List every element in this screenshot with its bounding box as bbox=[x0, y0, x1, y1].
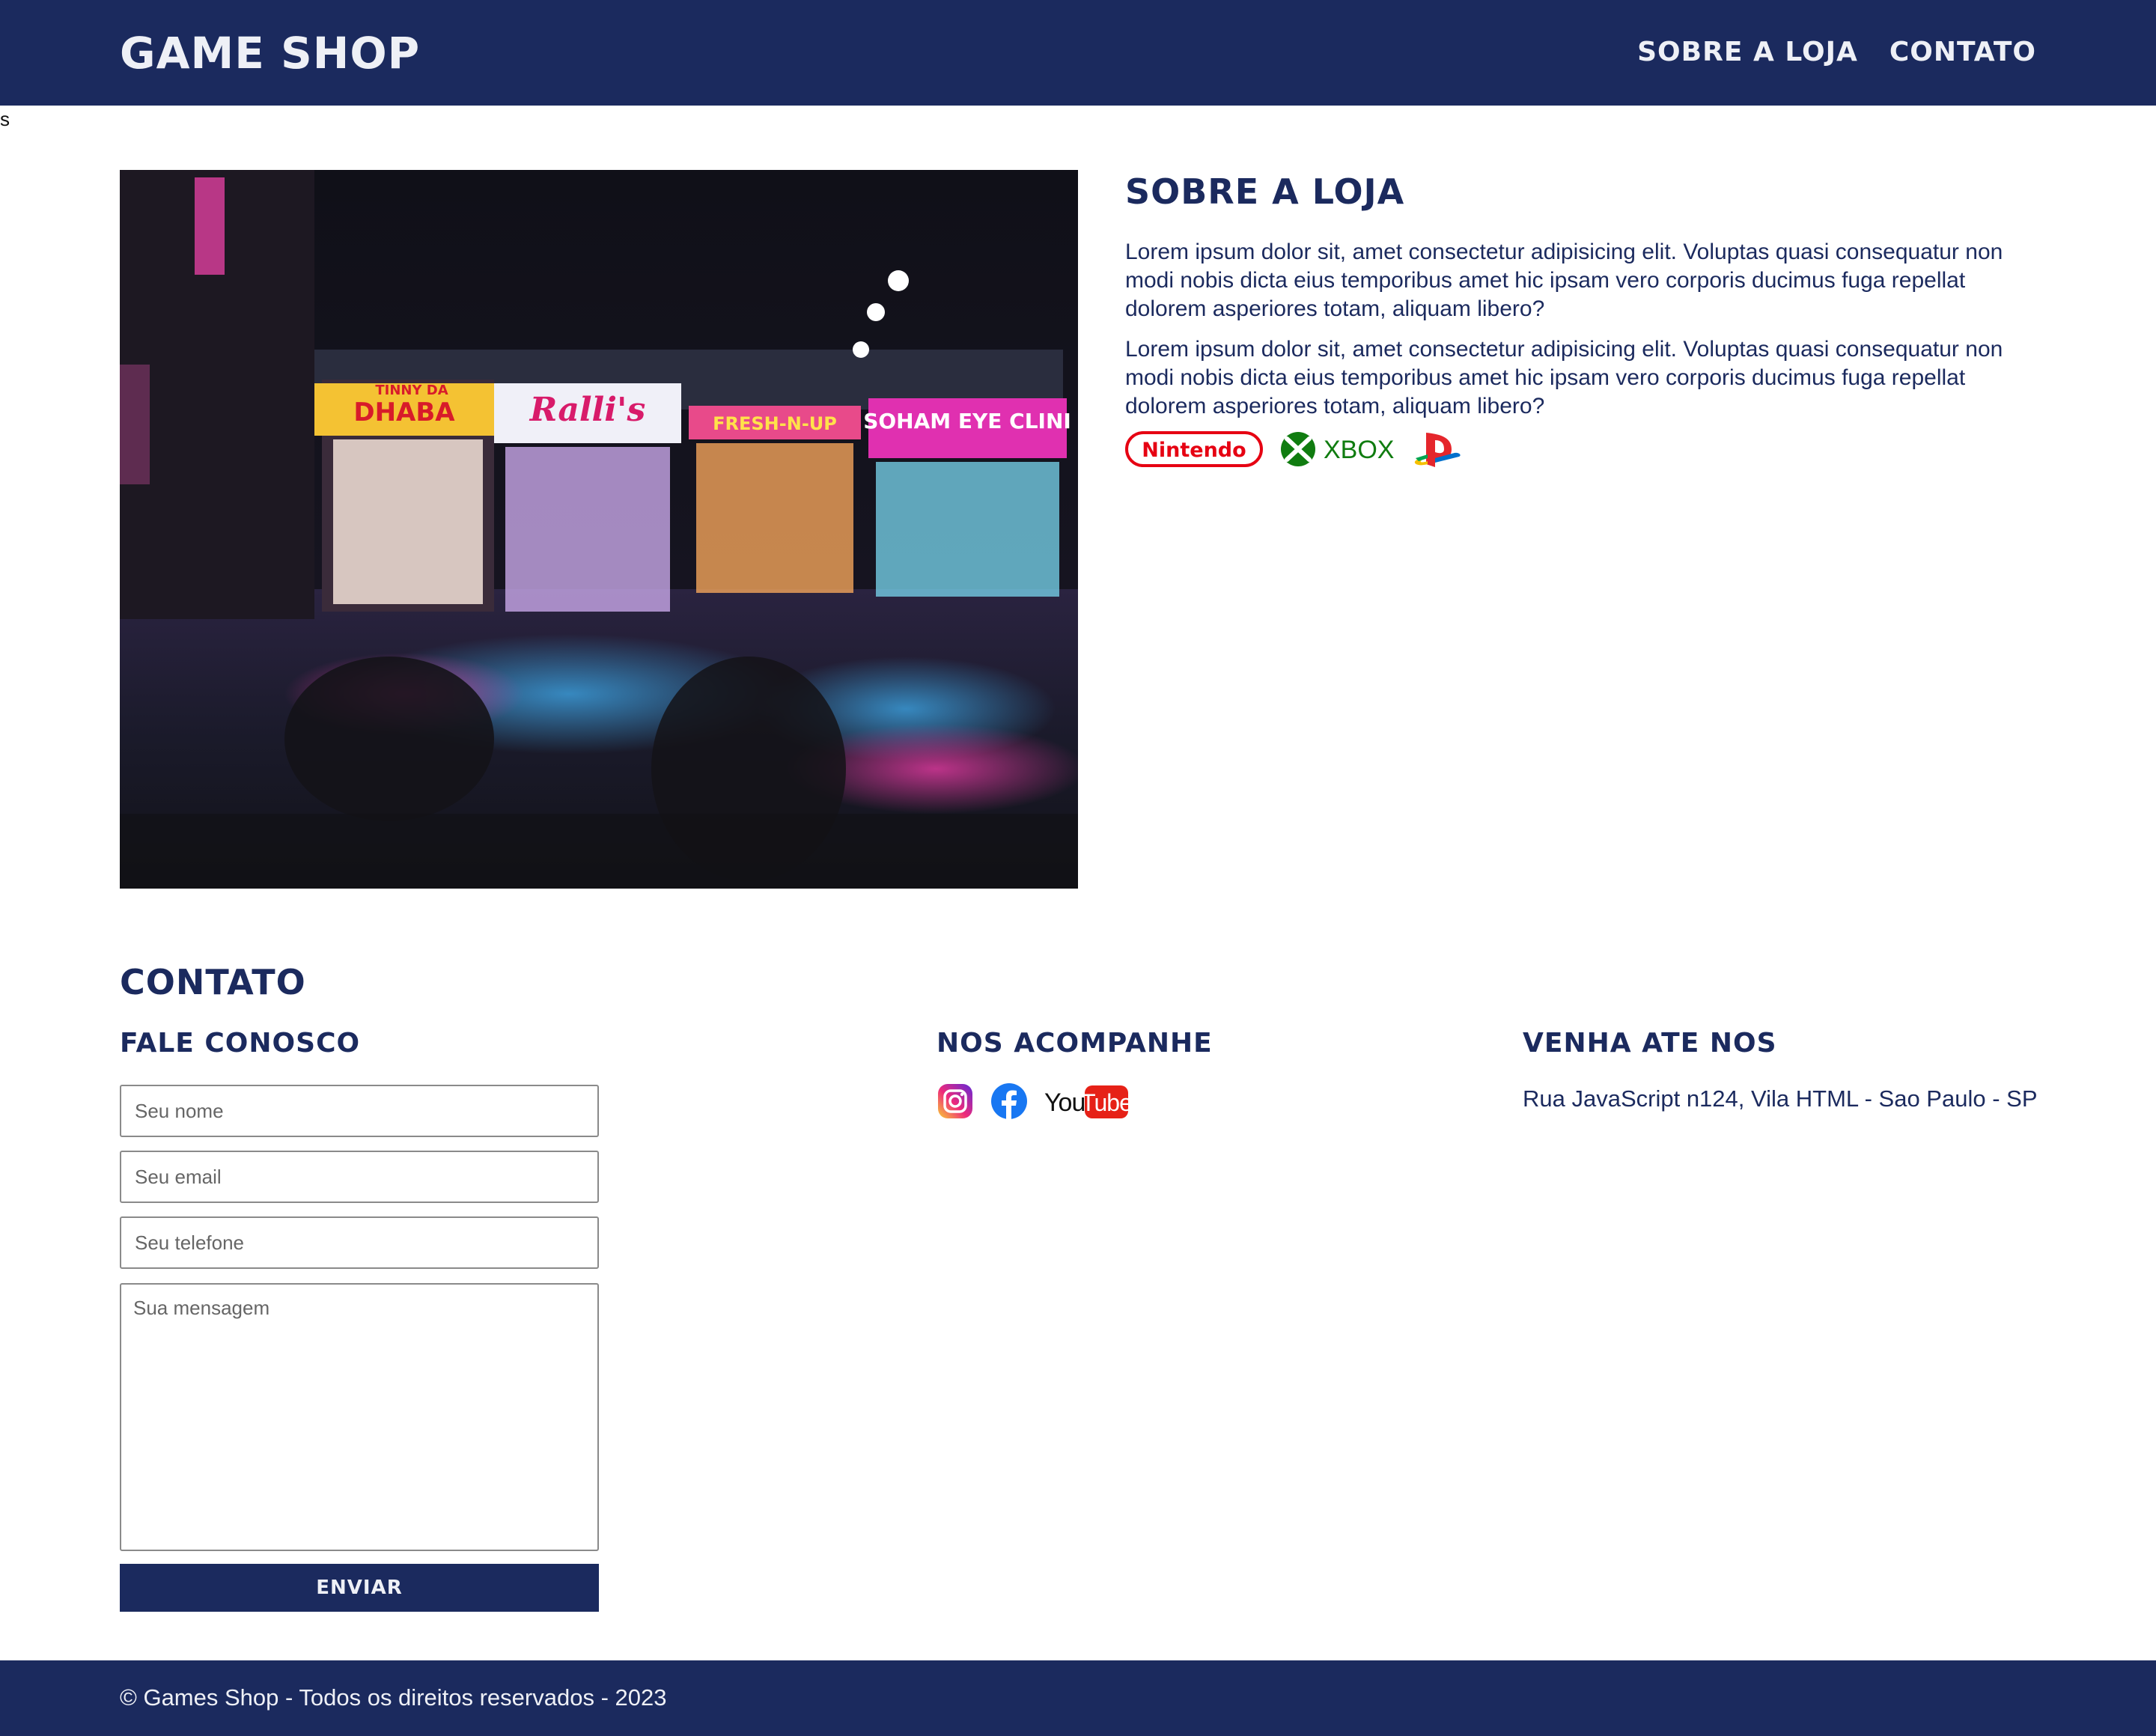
nintendo-logo: Nintendo bbox=[1125, 431, 1263, 467]
youtube-logo[interactable]: You Tube bbox=[1044, 1082, 1133, 1124]
name-input[interactable] bbox=[120, 1085, 599, 1137]
platform-logos: Nintendo XBOX bbox=[1125, 430, 1470, 469]
main-nav: SOBRE A LOJA CONTATO bbox=[1637, 36, 2036, 69]
nintendo-text: Nintendo bbox=[1142, 439, 1246, 462]
xbox-text: XBOX bbox=[1324, 436, 1394, 464]
message-textarea[interactable] bbox=[120, 1283, 599, 1551]
svg-text:FRESH-N-UP: FRESH-N-UP bbox=[713, 413, 837, 434]
email-input[interactable] bbox=[120, 1151, 599, 1203]
social-title: NOS ACOMPANHE bbox=[937, 1028, 1213, 1059]
site-header: GAME SHOP SOBRE A LOJA CONTATO bbox=[0, 0, 2156, 106]
youtube-tube-text: Tube bbox=[1081, 1089, 1130, 1116]
svg-text:DHABA: DHABA bbox=[353, 398, 455, 427]
phone-input[interactable] bbox=[120, 1216, 599, 1269]
youtube-you-text: You bbox=[1044, 1088, 1085, 1117]
facebook-icon[interactable] bbox=[990, 1082, 1028, 1124]
playstation-icon bbox=[1414, 433, 1461, 467]
instagram-icon[interactable] bbox=[937, 1082, 974, 1124]
about-paragraph: Lorem ipsum dolor sit, amet consectetur … bbox=[1125, 337, 2003, 418]
store-photo: DHABA TINNY DA Ralli's FRESH-N-UP SOHAM … bbox=[120, 170, 1078, 889]
xbox-logo: XBOX bbox=[1281, 432, 1394, 466]
svg-text:Ralli's: Ralli's bbox=[529, 391, 645, 429]
nav-link-contato[interactable]: CONTATO bbox=[1889, 36, 2036, 69]
nav-link-sobre[interactable]: SOBRE A LOJA bbox=[1637, 36, 1858, 69]
stray-text: s bbox=[0, 108, 10, 130]
about-title: SOBRE A LOJA bbox=[1125, 171, 1405, 212]
about-paragraph: Lorem ipsum dolor sit, amet consectetur … bbox=[1125, 240, 2003, 321]
submit-button[interactable]: ENVIAR bbox=[120, 1564, 599, 1612]
site-logo[interactable]: GAME SHOP bbox=[120, 27, 420, 79]
site-footer: © Games Shop - Todos os direitos reserva… bbox=[0, 1660, 2156, 1736]
contact-title: CONTATO bbox=[120, 962, 306, 1002]
social-links: You Tube bbox=[937, 1082, 1133, 1124]
svg-text:TINNY DA: TINNY DA bbox=[375, 383, 448, 398]
svg-text:SOHAM EYE CLINI: SOHAM EYE CLINI bbox=[863, 409, 1071, 433]
copyright-text: © Games Shop - Todos os direitos reserva… bbox=[120, 1684, 667, 1711]
store-address: Rua JavaScript n124, Vila HTML - Sao Pau… bbox=[1523, 1085, 2038, 1112]
form-title: FALE CONOSCO bbox=[120, 1028, 361, 1059]
visit-title: VENHA ATE NOS bbox=[1523, 1028, 1777, 1059]
